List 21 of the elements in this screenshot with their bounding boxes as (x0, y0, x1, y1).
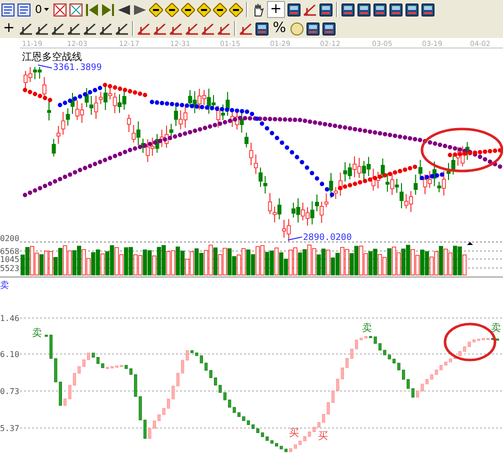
axis-label: 6568 (0, 247, 20, 256)
signal-label: 买 (318, 431, 328, 442)
low-price-label: 2890.0200 (303, 233, 352, 243)
signal-label: 卖 (491, 323, 501, 334)
axis-label: 5523 (0, 264, 20, 273)
axis-label: 6.10 (0, 350, 20, 359)
zoom-dropdown[interactable]: 0 (33, 3, 51, 16)
signal-label: 买 (289, 428, 299, 439)
indicator-title: 江恩多空战线 (22, 52, 82, 63)
crosshair-button[interactable]: + (267, 1, 285, 18)
percent-button[interactable]: % (270, 21, 288, 36)
axis-label: 1.46 (0, 314, 20, 323)
axis-label: 1045 (0, 255, 20, 264)
add-button[interactable]: + (1, 21, 17, 36)
axis-label: 0.73 (0, 387, 20, 396)
signal-label: 卖 (32, 328, 42, 339)
high-price-label: 3361.3899 (53, 63, 102, 73)
indicator-label: 卖 (0, 281, 9, 291)
signal-label: 卖 (362, 323, 372, 334)
axis-label: 0200 (0, 234, 20, 243)
axis-label: 5.37 (0, 424, 20, 433)
